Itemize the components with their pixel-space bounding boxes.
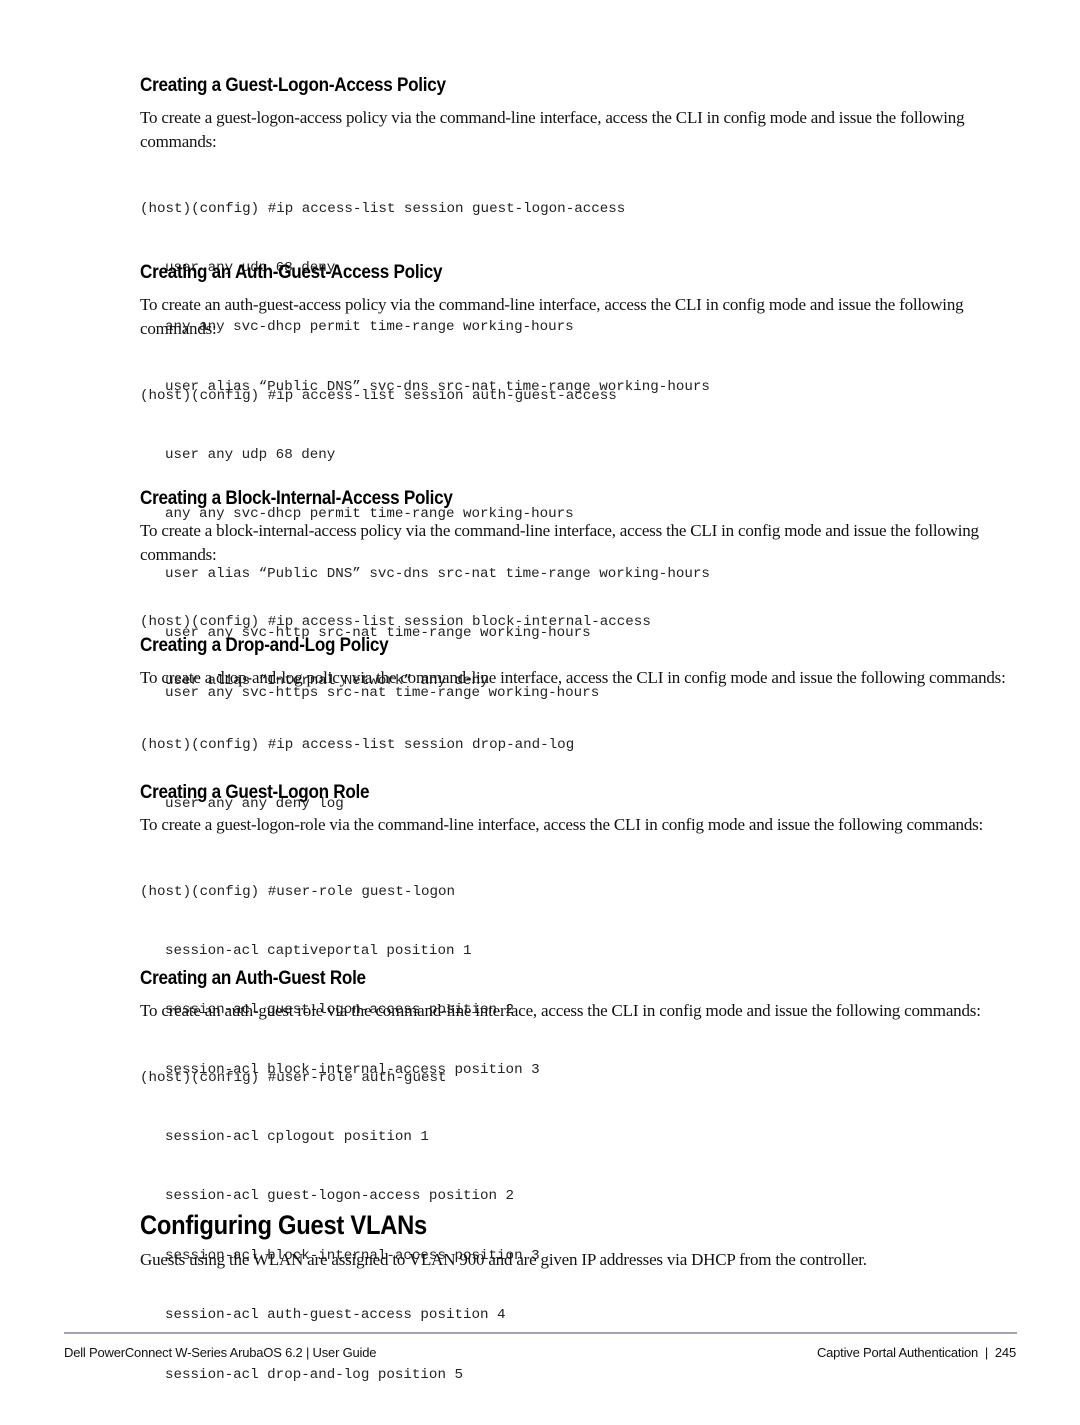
- section-heading: Creating a Guest-Logon Role: [140, 782, 370, 803]
- code-line: session-acl captiveportal position 1: [165, 942, 472, 959]
- code-command: (host)(config) #ip access-list session d…: [140, 736, 575, 753]
- code-line: session-acl drop-and-log position 5: [165, 1366, 463, 1383]
- code-command: (host)(config) #ip access-list session b…: [140, 613, 651, 630]
- section-heading: Creating a Drop-and-Log Policy: [140, 635, 389, 656]
- code-line: session-acl guest-logon-access position …: [165, 1188, 515, 1205]
- code-command: (host)(config) #ip access-list session a…: [140, 387, 617, 404]
- main-heading: Configuring Guest VLANs: [140, 1210, 427, 1240]
- section-paragraph: To create an auth-guest-access policy vi…: [140, 295, 964, 338]
- section-paragraph: To create an auth-guest role via the com…: [140, 1001, 981, 1020]
- section-heading: Creating an Auth-Guest Role: [140, 968, 366, 989]
- section-configuring-guest-vlans: Configuring Guest VLANs Guests using the…: [140, 1208, 1010, 1272]
- section-paragraph: To create a block-internal-access policy…: [140, 521, 979, 564]
- section-paragraph: To create a guest-logon-access policy vi…: [140, 108, 965, 151]
- code-command: (host)(config) #user-role guest-logon: [140, 883, 456, 900]
- main-paragraph: Guests using the WLAN are assigned to VL…: [140, 1250, 867, 1269]
- code-command: (host)(config) #ip access-list session g…: [140, 200, 626, 217]
- footer-divider: [64, 1332, 1017, 1334]
- code-line: user any udp 68 deny: [165, 446, 336, 463]
- code-command: (host)(config) #user-role auth-guest: [140, 1069, 447, 1086]
- section-paragraph: To create a guest-logon-role via the com…: [140, 815, 984, 834]
- section-heading: Creating a Block-Internal-Access Policy: [140, 488, 453, 509]
- code-line: session-acl cplogout position 1: [165, 1128, 429, 1145]
- section-heading: Creating an Auth-Guest-Access Policy: [140, 262, 443, 283]
- code-line: session-acl auth-guest-access position 4: [165, 1307, 506, 1324]
- section-paragraph: To create a drop-and-log policy via the …: [140, 668, 1006, 687]
- section-heading: Creating a Guest-Logon-Access Policy: [140, 75, 446, 96]
- footer-guide-title: Dell PowerConnect W-Series ArubaOS 6.2 |…: [64, 1345, 377, 1360]
- footer-chapter-page: Captive Portal Authentication | 245: [816, 1345, 1016, 1360]
